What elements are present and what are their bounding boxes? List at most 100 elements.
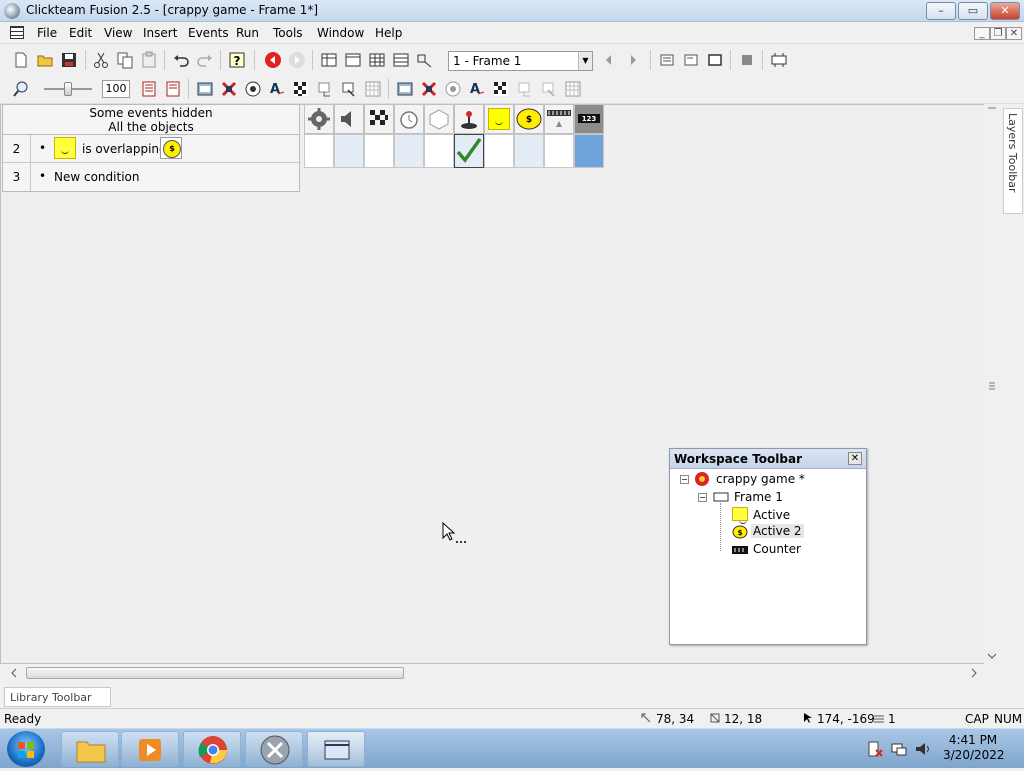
menu-events[interactable]: Events xyxy=(188,26,229,40)
checker-icon[interactable] xyxy=(292,80,310,98)
event-condition[interactable]: is overlapping xyxy=(82,142,167,156)
horizontal-scroll-thumb[interactable] xyxy=(26,667,404,679)
mdi-minimize-button[interactable]: _ xyxy=(974,27,990,40)
create-object-2-icon[interactable] xyxy=(516,80,534,98)
taskbar-explorer[interactable] xyxy=(61,731,119,767)
grid-cell-checked[interactable] xyxy=(454,134,484,168)
grid-icon[interactable] xyxy=(364,80,382,98)
special-actions-icon[interactable] xyxy=(420,80,438,98)
action-center-icon[interactable] xyxy=(866,740,884,758)
grid-cell-selected[interactable] xyxy=(574,134,604,168)
cut-icon[interactable] xyxy=(92,51,110,69)
tree-item-frame[interactable]: Frame 1 xyxy=(734,490,783,504)
scroll-right-icon[interactable] xyxy=(966,665,982,681)
menu-file[interactable]: File xyxy=(37,26,57,40)
new-file-icon[interactable] xyxy=(12,51,30,69)
grid-cell[interactable] xyxy=(394,134,424,168)
qualifier-2-icon[interactable] xyxy=(444,80,462,98)
events-list-icon[interactable] xyxy=(140,80,158,98)
storyboard-icon[interactable] xyxy=(364,104,394,134)
grid-2-icon[interactable] xyxy=(564,80,582,98)
open-folder-icon[interactable] xyxy=(36,51,54,69)
next-frame-icon[interactable] xyxy=(624,51,642,69)
data-elements-icon[interactable] xyxy=(416,51,434,69)
sound-icon[interactable] xyxy=(334,104,364,134)
frame-size-icon[interactable] xyxy=(770,51,788,69)
tree-item-active[interactable]: Active xyxy=(753,508,790,522)
stop-icon[interactable] xyxy=(738,51,756,69)
network-icon[interactable] xyxy=(890,740,908,758)
insert-event-icon[interactable] xyxy=(658,51,676,69)
document-menu-icon[interactable] xyxy=(10,26,24,39)
menu-insert[interactable]: Insert xyxy=(143,26,177,40)
mouse-keyboard-icon[interactable] xyxy=(340,80,358,98)
active-smiley-icon[interactable] xyxy=(484,104,514,134)
zoom-slider-thumb[interactable] xyxy=(64,82,72,96)
tree-item-active-2[interactable]: Active 2 xyxy=(751,524,804,538)
workspace-close-button[interactable]: ✕ xyxy=(848,452,862,465)
timer-icon[interactable] xyxy=(394,104,424,134)
zoom-input[interactable]: 100 xyxy=(102,80,130,98)
checker-2-icon[interactable] xyxy=(492,80,510,98)
maximize-button[interactable]: ▭ xyxy=(958,2,988,20)
new-objects-icon[interactable] xyxy=(424,104,454,134)
event-row[interactable]: 2 • is overlapping xyxy=(3,135,299,163)
grid-cell[interactable] xyxy=(334,134,364,168)
forward-arrow-icon[interactable] xyxy=(288,51,306,69)
menu-help[interactable]: Help xyxy=(375,26,402,40)
previous-frame-icon[interactable] xyxy=(600,51,618,69)
mdi-close-button[interactable]: ✕ xyxy=(1006,27,1022,40)
system-icon[interactable] xyxy=(304,104,334,134)
events-list-2-icon[interactable] xyxy=(164,80,182,98)
library-toolbar-tab[interactable]: Library Toolbar xyxy=(4,687,111,707)
application-2-icon[interactable] xyxy=(396,80,414,98)
scroll-left-icon[interactable] xyxy=(6,665,22,681)
keyboard-mouse-icon[interactable] xyxy=(544,104,574,134)
text-object-icon[interactable]: A xyxy=(268,80,286,98)
menu-run[interactable]: Run xyxy=(236,26,259,40)
special-conditions-icon[interactable] xyxy=(220,80,238,98)
menu-edit[interactable]: Edit xyxy=(69,26,92,40)
vertical-scrollbar[interactable] xyxy=(984,104,1000,664)
chevron-down-icon[interactable]: ▼ xyxy=(578,52,592,70)
event-editor-icon[interactable] xyxy=(368,51,386,69)
player-joystick-icon[interactable] xyxy=(454,104,484,134)
copy-icon[interactable] xyxy=(116,51,134,69)
tree-collapse-icon[interactable]: − xyxy=(698,493,707,502)
taskbar-chrome[interactable] xyxy=(183,731,241,767)
grid-cell[interactable] xyxy=(424,134,454,168)
new-condition[interactable]: New condition xyxy=(54,170,139,184)
layers-toolbar-tab[interactable]: Layers Toolbar xyxy=(1003,108,1023,214)
redo-icon[interactable] xyxy=(196,51,214,69)
mouse-keyboard-2-icon[interactable] xyxy=(540,80,558,98)
grid-cell[interactable] xyxy=(364,134,394,168)
frame-dropdown[interactable]: 1 - Frame 1 ▼ xyxy=(448,51,593,71)
paste-icon[interactable] xyxy=(140,51,158,69)
minimize-button[interactable]: – xyxy=(926,2,956,20)
frame-editor-icon[interactable] xyxy=(344,51,362,69)
taskbar-app-window[interactable] xyxy=(307,731,365,767)
text-object-2-icon[interactable]: A xyxy=(468,80,486,98)
menu-view[interactable]: View xyxy=(104,26,132,40)
horizontal-scrollbar[interactable] xyxy=(4,665,984,681)
event-row[interactable]: 3 • New condition xyxy=(3,163,299,191)
taskbar-clickteam[interactable] xyxy=(245,731,303,767)
grid-cell[interactable] xyxy=(544,134,574,168)
create-object-icon[interactable] xyxy=(316,80,334,98)
active2-coin-icon[interactable]: $ xyxy=(514,104,544,134)
save-icon[interactable] xyxy=(60,51,78,69)
app-icon[interactable] xyxy=(4,3,20,19)
tree-item-application[interactable]: crappy game * xyxy=(716,472,805,486)
menu-tools[interactable]: Tools xyxy=(273,26,303,40)
grid-cell[interactable] xyxy=(484,134,514,168)
system-clock[interactable]: 4:41 PM 3/20/2022 xyxy=(943,733,1005,763)
event-list-editor-icon[interactable] xyxy=(392,51,410,69)
taskbar-media-player[interactable] xyxy=(121,731,179,767)
close-button[interactable]: ✕ xyxy=(990,2,1020,20)
start-button[interactable] xyxy=(7,731,45,767)
tree-collapse-icon[interactable]: − xyxy=(680,475,689,484)
grid-cell[interactable] xyxy=(304,134,334,168)
storyboard-editor-icon[interactable] xyxy=(320,51,338,69)
back-arrow-icon[interactable] xyxy=(264,51,282,69)
zoom-slider[interactable] xyxy=(44,82,92,96)
